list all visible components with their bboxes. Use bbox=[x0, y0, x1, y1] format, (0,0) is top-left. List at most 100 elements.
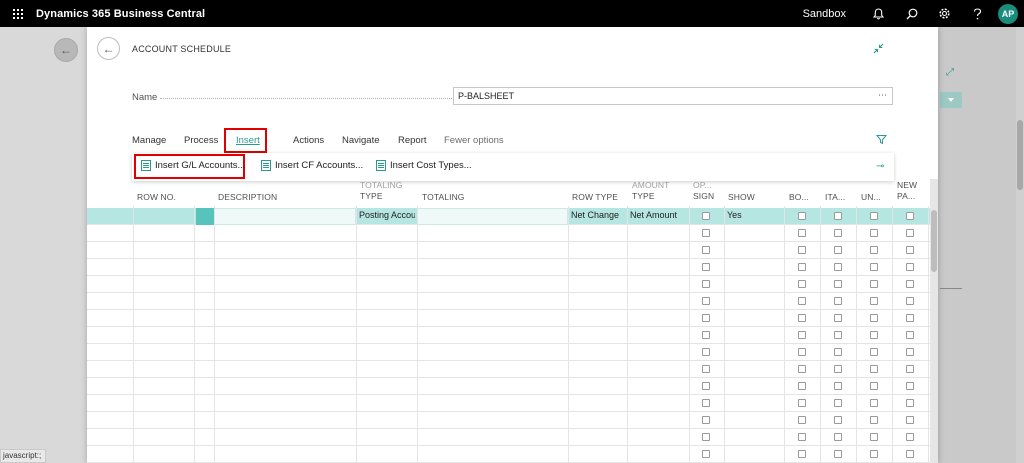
new-page-checkbox[interactable] bbox=[906, 433, 914, 441]
totaling-edit-cell[interactable] bbox=[417, 208, 568, 225]
op-sign-checkbox[interactable] bbox=[702, 348, 710, 356]
app-launcher-icon[interactable] bbox=[0, 0, 36, 27]
filter-icon[interactable] bbox=[875, 134, 888, 148]
insert-cf-accounts-button[interactable]: Insert CF Accounts... bbox=[261, 160, 363, 171]
new-page-checkbox[interactable] bbox=[906, 416, 914, 424]
bold-checkbox[interactable] bbox=[798, 212, 806, 220]
italic-checkbox[interactable] bbox=[834, 331, 842, 339]
op-sign-checkbox[interactable] bbox=[702, 331, 710, 339]
new-page-checkbox[interactable] bbox=[906, 212, 914, 220]
bold-checkbox[interactable] bbox=[798, 246, 806, 254]
bold-checkbox[interactable] bbox=[798, 297, 806, 305]
grid-scrollbar-thumb[interactable] bbox=[931, 210, 937, 272]
action-actions[interactable]: Actions bbox=[293, 135, 324, 146]
row-type-cell[interactable]: Net Change bbox=[571, 210, 629, 220]
row-selection-marker[interactable] bbox=[196, 208, 214, 225]
italic-checkbox[interactable] bbox=[834, 399, 842, 407]
header-amount-type[interactable]: AMOUNT TYPE bbox=[632, 180, 669, 210]
new-page-checkbox[interactable] bbox=[906, 382, 914, 390]
new-page-checkbox[interactable] bbox=[906, 246, 914, 254]
italic-checkbox[interactable] bbox=[834, 382, 842, 390]
action-manage[interactable]: Manage bbox=[132, 135, 166, 146]
op-sign-checkbox[interactable] bbox=[702, 399, 710, 407]
insert-cost-types-button[interactable]: Insert Cost Types... bbox=[376, 160, 472, 171]
italic-checkbox[interactable] bbox=[834, 246, 842, 254]
italic-checkbox[interactable] bbox=[834, 450, 842, 458]
new-page-checkbox[interactable] bbox=[906, 263, 914, 271]
op-sign-checkbox[interactable] bbox=[702, 246, 710, 254]
new-page-checkbox[interactable] bbox=[906, 297, 914, 305]
underline-checkbox[interactable] bbox=[870, 348, 878, 356]
bold-checkbox[interactable] bbox=[798, 450, 806, 458]
back-arrow-icon[interactable]: ← bbox=[97, 37, 120, 60]
underline-checkbox[interactable] bbox=[870, 382, 878, 390]
underline-checkbox[interactable] bbox=[870, 416, 878, 424]
insert-gl-accounts-button[interactable]: Insert G/L Accounts... bbox=[141, 160, 245, 171]
italic-checkbox[interactable] bbox=[834, 314, 842, 322]
underline-checkbox[interactable] bbox=[870, 280, 878, 288]
op-sign-checkbox[interactable] bbox=[702, 280, 710, 288]
action-navigate[interactable]: Navigate bbox=[342, 135, 380, 146]
underline-checkbox[interactable] bbox=[870, 365, 878, 373]
underline-checkbox[interactable] bbox=[870, 263, 878, 271]
underline-checkbox[interactable] bbox=[870, 331, 878, 339]
user-avatar[interactable]: AP bbox=[998, 3, 1018, 24]
more-options-icon[interactable]: ⋯ bbox=[878, 90, 887, 101]
page-scrollbar[interactable] bbox=[1016, 27, 1024, 463]
notification-bell-icon[interactable] bbox=[862, 0, 895, 27]
bold-checkbox[interactable] bbox=[798, 263, 806, 271]
bold-checkbox[interactable] bbox=[798, 331, 806, 339]
new-page-checkbox[interactable] bbox=[906, 229, 914, 237]
action-report[interactable]: Report bbox=[398, 135, 427, 146]
bold-checkbox[interactable] bbox=[798, 399, 806, 407]
underline-checkbox[interactable] bbox=[870, 314, 878, 322]
new-page-checkbox[interactable] bbox=[906, 331, 914, 339]
new-page-checkbox[interactable] bbox=[906, 399, 914, 407]
bold-checkbox[interactable] bbox=[798, 433, 806, 441]
header-op-sign[interactable]: OP... SIGN bbox=[693, 180, 714, 210]
italic-checkbox[interactable] bbox=[834, 229, 842, 237]
underline-checkbox[interactable] bbox=[870, 433, 878, 441]
italic-checkbox[interactable] bbox=[834, 348, 842, 356]
op-sign-checkbox[interactable] bbox=[702, 229, 710, 237]
app-title[interactable]: Dynamics 365 Business Central bbox=[36, 8, 205, 20]
bold-checkbox[interactable] bbox=[798, 229, 806, 237]
italic-checkbox[interactable] bbox=[834, 416, 842, 424]
new-page-checkbox[interactable] bbox=[906, 365, 914, 373]
italic-checkbox[interactable] bbox=[834, 365, 842, 373]
description-edit-cell[interactable] bbox=[214, 208, 356, 225]
op-sign-checkbox[interactable] bbox=[702, 314, 710, 322]
op-sign-checkbox[interactable] bbox=[702, 263, 710, 271]
underline-checkbox[interactable] bbox=[870, 450, 878, 458]
op-sign-checkbox[interactable] bbox=[702, 433, 710, 441]
op-sign-checkbox[interactable] bbox=[702, 416, 710, 424]
header-totaling-type[interactable]: TOTALING TYPE bbox=[360, 180, 403, 210]
underline-checkbox[interactable] bbox=[870, 246, 878, 254]
new-page-checkbox[interactable] bbox=[906, 348, 914, 356]
page-scrollbar-thumb[interactable] bbox=[1017, 120, 1023, 190]
help-icon[interactable] bbox=[961, 0, 994, 27]
underline-checkbox[interactable] bbox=[870, 229, 878, 237]
bold-checkbox[interactable] bbox=[798, 314, 806, 322]
italic-checkbox[interactable] bbox=[834, 263, 842, 271]
op-sign-checkbox[interactable] bbox=[702, 365, 710, 373]
totaling-type-cell[interactable]: Posting Accou bbox=[359, 210, 415, 220]
new-page-checkbox[interactable] bbox=[906, 280, 914, 288]
name-field[interactable]: P-BALSHEET ⋯ bbox=[453, 87, 893, 105]
underline-checkbox[interactable] bbox=[870, 212, 878, 220]
italic-checkbox[interactable] bbox=[834, 280, 842, 288]
bold-checkbox[interactable] bbox=[798, 348, 806, 356]
settings-gear-icon[interactable] bbox=[928, 0, 961, 27]
action-process[interactable]: Process bbox=[184, 135, 218, 146]
bold-checkbox[interactable] bbox=[798, 280, 806, 288]
italic-checkbox[interactable] bbox=[834, 297, 842, 305]
bold-checkbox[interactable] bbox=[798, 365, 806, 373]
op-sign-checkbox[interactable] bbox=[702, 450, 710, 458]
underline-checkbox[interactable] bbox=[870, 399, 878, 407]
show-cell[interactable]: Yes bbox=[727, 210, 783, 220]
italic-checkbox[interactable] bbox=[834, 212, 842, 220]
underline-checkbox[interactable] bbox=[870, 297, 878, 305]
italic-checkbox[interactable] bbox=[834, 433, 842, 441]
bold-checkbox[interactable] bbox=[798, 382, 806, 390]
op-sign-checkbox[interactable] bbox=[702, 297, 710, 305]
